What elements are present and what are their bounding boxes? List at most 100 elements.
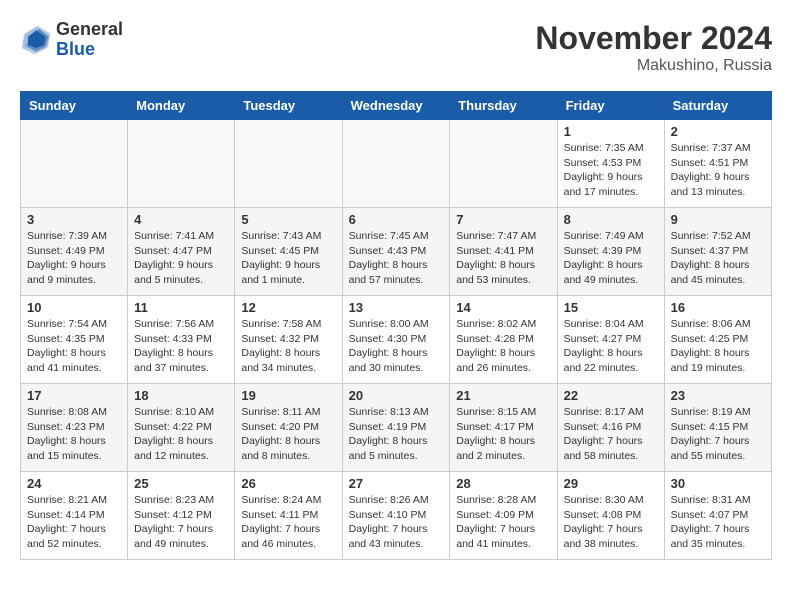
calendar-cell-w4-d4: 20 Sunrise: 8:13 AM Sunset: 4:19 PM Dayli…: [342, 384, 450, 472]
calendar-cell-w5-d1: 24 Sunrise: 8:21 AM Sunset: 4:14 PM Dayli…: [21, 472, 128, 560]
calendar-table: Sunday Monday Tuesday Wednesday Thursday…: [20, 91, 772, 560]
day-info: Sunrise: 7:54 AM Sunset: 4:35 PM Dayligh…: [27, 317, 121, 376]
day-number: 7: [456, 212, 550, 227]
day-info: Sunrise: 7:35 AM Sunset: 4:53 PM Dayligh…: [564, 141, 658, 200]
day-info: Sunrise: 8:11 AM Sunset: 4:20 PM Dayligh…: [241, 405, 335, 464]
week-row-2: 3 Sunrise: 7:39 AM Sunset: 4:49 PM Daylig…: [21, 208, 772, 296]
day-info: Sunrise: 8:08 AM Sunset: 4:23 PM Dayligh…: [27, 405, 121, 464]
logo-text: General Blue: [56, 20, 123, 60]
day-info: Sunrise: 8:30 AM Sunset: 4:08 PM Dayligh…: [564, 493, 658, 552]
calendar-cell-w3-d4: 13 Sunrise: 8:00 AM Sunset: 4:30 PM Dayli…: [342, 296, 450, 384]
calendar-cell-w5-d3: 26Sunrise: 8:24 AM Sunset: 4:11 PM Dayli…: [235, 472, 342, 560]
calendar-cell-w2-d6: 8 Sunrise: 7:49 AM Sunset: 4:39 PM Daylig…: [557, 208, 664, 296]
day-number: 17: [27, 388, 121, 403]
header-wednesday: Wednesday: [342, 92, 450, 120]
day-number: 29: [564, 476, 658, 491]
day-info: Sunrise: 7:41 AM Sunset: 4:47 PM Dayligh…: [134, 229, 228, 288]
logo-general: General: [56, 20, 123, 40]
title-block: November 2024 Makushino, Russia: [535, 20, 772, 75]
day-info: Sunrise: 7:37 AM Sunset: 4:51 PM Dayligh…: [671, 141, 765, 200]
calendar-cell-w4-d1: 17 Sunrise: 8:08 AM Sunset: 4:23 PM Dayli…: [21, 384, 128, 472]
calendar-cell-w3-d3: 12Sunrise: 7:58 AM Sunset: 4:32 PM Dayli…: [235, 296, 342, 384]
day-number: 3: [27, 212, 121, 227]
day-info: Sunrise: 8:17 AM Sunset: 4:16 PM Dayligh…: [564, 405, 658, 464]
location: Makushino, Russia: [535, 57, 772, 75]
day-number: 1: [564, 124, 658, 139]
day-info: Sunrise: 8:02 AM Sunset: 4:28 PM Dayligh…: [456, 317, 550, 376]
day-number: 13: [349, 300, 444, 315]
month-title: November 2024: [535, 20, 772, 57]
day-number: 16: [671, 300, 765, 315]
week-row-3: 10Sunrise: 7:54 AM Sunset: 4:35 PM Dayli…: [21, 296, 772, 384]
day-info: Sunrise: 7:43 AM Sunset: 4:45 PM Dayligh…: [241, 229, 335, 288]
calendar-cell-w5-d2: 25 Sunrise: 8:23 AM Sunset: 4:12 PM Dayli…: [128, 472, 235, 560]
day-info: Sunrise: 7:56 AM Sunset: 4:33 PM Dayligh…: [134, 317, 228, 376]
day-info: Sunrise: 7:45 AM Sunset: 4:43 PM Dayligh…: [349, 229, 444, 288]
day-info: Sunrise: 8:26 AM Sunset: 4:10 PM Dayligh…: [349, 493, 444, 552]
day-number: 8: [564, 212, 658, 227]
calendar-cell-w1-d3: [235, 120, 342, 208]
calendar-cell-w2-d7: 9 Sunrise: 7:52 AM Sunset: 4:37 PM Daylig…: [664, 208, 771, 296]
week-row-4: 17 Sunrise: 8:08 AM Sunset: 4:23 PM Dayli…: [21, 384, 772, 472]
logo-blue: Blue: [56, 40, 123, 60]
calendar-cell-w2-d1: 3 Sunrise: 7:39 AM Sunset: 4:49 PM Daylig…: [21, 208, 128, 296]
day-info: Sunrise: 7:49 AM Sunset: 4:39 PM Dayligh…: [564, 229, 658, 288]
day-number: 24: [27, 476, 121, 491]
day-info: Sunrise: 8:04 AM Sunset: 4:27 PM Dayligh…: [564, 317, 658, 376]
calendar-cell-w5-d5: 28 Sunrise: 8:28 AM Sunset: 4:09 PM Dayli…: [450, 472, 557, 560]
day-number: 20: [349, 388, 444, 403]
day-info: Sunrise: 8:28 AM Sunset: 4:09 PM Dayligh…: [456, 493, 550, 552]
day-info: Sunrise: 8:21 AM Sunset: 4:14 PM Dayligh…: [27, 493, 121, 552]
calendar-cell-w3-d5: 14 Sunrise: 8:02 AM Sunset: 4:28 PM Dayli…: [450, 296, 557, 384]
header-tuesday: Tuesday: [235, 92, 342, 120]
calendar-cell-w2-d5: 7 Sunrise: 7:47 AM Sunset: 4:41 PM Daylig…: [450, 208, 557, 296]
day-info: Sunrise: 7:39 AM Sunset: 4:49 PM Dayligh…: [27, 229, 121, 288]
calendar-cell-w1-d7: 2 Sunrise: 7:37 AM Sunset: 4:51 PM Daylig…: [664, 120, 771, 208]
day-info: Sunrise: 8:23 AM Sunset: 4:12 PM Dayligh…: [134, 493, 228, 552]
day-info: Sunrise: 8:15 AM Sunset: 4:17 PM Dayligh…: [456, 405, 550, 464]
calendar-cell-w3-d6: 15 Sunrise: 8:04 AM Sunset: 4:27 PM Dayli…: [557, 296, 664, 384]
calendar-cell-w1-d4: [342, 120, 450, 208]
day-number: 28: [456, 476, 550, 491]
header-monday: Monday: [128, 92, 235, 120]
day-info: Sunrise: 7:52 AM Sunset: 4:37 PM Dayligh…: [671, 229, 765, 288]
header-friday: Friday: [557, 92, 664, 120]
calendar-cell-w4-d5: 21 Sunrise: 8:15 AM Sunset: 4:17 PM Dayli…: [450, 384, 557, 472]
day-number: 11: [134, 300, 228, 315]
calendar-cell-w1-d6: 1 Sunrise: 7:35 AM Sunset: 4:53 PM Daylig…: [557, 120, 664, 208]
day-number: 2: [671, 124, 765, 139]
calendar-cell-w5-d7: 30Sunrise: 8:31 AM Sunset: 4:07 PM Dayli…: [664, 472, 771, 560]
calendar-cell-w2-d4: 6 Sunrise: 7:45 AM Sunset: 4:43 PM Daylig…: [342, 208, 450, 296]
day-number: 9: [671, 212, 765, 227]
day-info: Sunrise: 8:24 AM Sunset: 4:11 PM Dayligh…: [241, 493, 335, 552]
calendar-cell-w5-d6: 29 Sunrise: 8:30 AM Sunset: 4:08 PM Dayli…: [557, 472, 664, 560]
day-info: Sunrise: 8:00 AM Sunset: 4:30 PM Dayligh…: [349, 317, 444, 376]
calendar-cell-w4-d3: 19 Sunrise: 8:11 AM Sunset: 4:20 PM Dayli…: [235, 384, 342, 472]
day-info: Sunrise: 8:06 AM Sunset: 4:25 PM Dayligh…: [671, 317, 765, 376]
day-number: 19: [241, 388, 335, 403]
day-info: Sunrise: 8:13 AM Sunset: 4:19 PM Dayligh…: [349, 405, 444, 464]
day-number: 25: [134, 476, 228, 491]
calendar-cell-w1-d5: [450, 120, 557, 208]
day-info: Sunrise: 7:47 AM Sunset: 4:41 PM Dayligh…: [456, 229, 550, 288]
day-info: Sunrise: 8:31 AM Sunset: 4:07 PM Dayligh…: [671, 493, 765, 552]
calendar-cell-w5-d4: 27 Sunrise: 8:26 AM Sunset: 4:10 PM Dayli…: [342, 472, 450, 560]
day-info: Sunrise: 8:10 AM Sunset: 4:22 PM Dayligh…: [134, 405, 228, 464]
week-row-1: 1 Sunrise: 7:35 AM Sunset: 4:53 PM Daylig…: [21, 120, 772, 208]
day-number: 27: [349, 476, 444, 491]
day-number: 21: [456, 388, 550, 403]
week-row-5: 24 Sunrise: 8:21 AM Sunset: 4:14 PM Dayli…: [21, 472, 772, 560]
day-number: 15: [564, 300, 658, 315]
day-number: 22: [564, 388, 658, 403]
day-number: 6: [349, 212, 444, 227]
header-saturday: Saturday: [664, 92, 771, 120]
day-number: 14: [456, 300, 550, 315]
calendar-cell-w1-d2: [128, 120, 235, 208]
calendar-cell-w1-d1: [21, 120, 128, 208]
calendar-cell-w3-d7: 16 Sunrise: 8:06 AM Sunset: 4:25 PM Dayli…: [664, 296, 771, 384]
calendar-cell-w2-d2: 4 Sunrise: 7:41 AM Sunset: 4:47 PM Daylig…: [128, 208, 235, 296]
day-number: 4: [134, 212, 228, 227]
day-number: 23: [671, 388, 765, 403]
header-sunday: Sunday: [21, 92, 128, 120]
day-info: Sunrise: 7:58 AM Sunset: 4:32 PM Dayligh…: [241, 317, 335, 376]
